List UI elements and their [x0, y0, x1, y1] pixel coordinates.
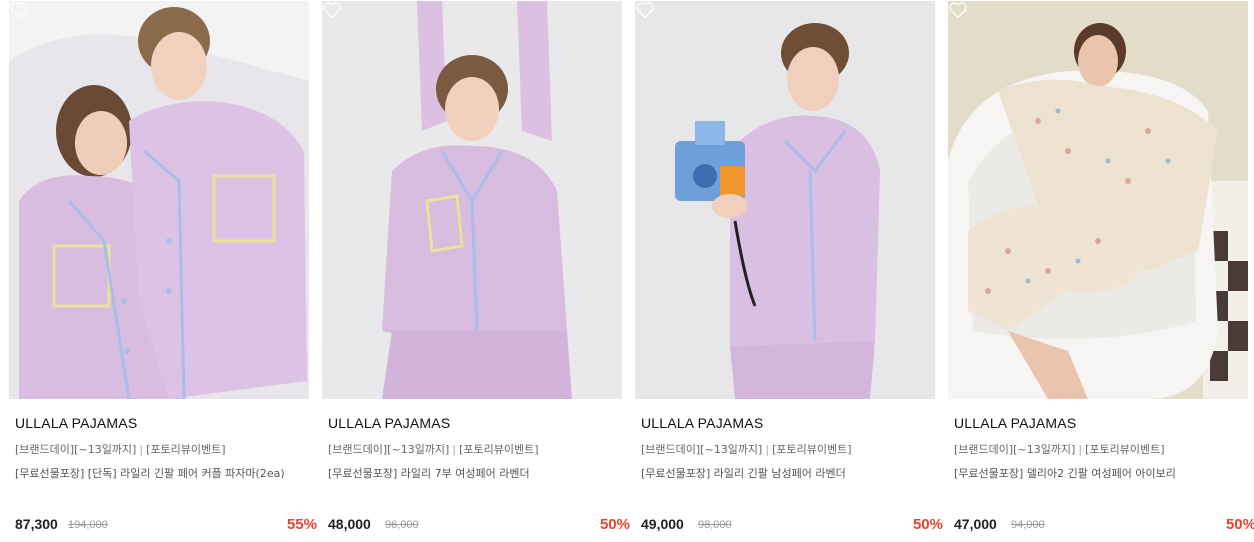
wishlist-heart-icon[interactable]	[322, 1, 342, 19]
wishlist-heart-icon[interactable]	[948, 1, 968, 19]
product-name[interactable]: [무료선물포장] 델리아2 긴팔 여성페어 아이보리	[954, 465, 1176, 481]
event-tags: [브랜드데이][~13일까지] | [포토리뷰이벤트]	[328, 441, 539, 457]
product-grid: ULLALA PAJAMAS [브랜드데이][~13일까지] | [포토리뷰이벤트]…	[0, 0, 1254, 542]
event-separator: |	[1078, 443, 1083, 456]
discount-rate: 50%	[912, 516, 943, 533]
discount-rate: 50%	[1225, 516, 1254, 533]
sale-price: 48,000	[328, 516, 371, 532]
brand-name[interactable]: ULLALA PAJAMAS	[954, 415, 1076, 431]
event-tags: [브랜드데이][~13일까지] | [포토리뷰이벤트]	[15, 441, 226, 457]
product-card[interactable]: ULLALA PAJAMAS [브랜드데이][~13일까지] | [포토리뷰이벤트]…	[948, 0, 1254, 542]
event-tags: [브랜드데이][~13일까지] | [포토리뷰이벤트]	[641, 441, 852, 457]
event-tags: [브랜드데이][~13일까지] | [포토리뷰이벤트]	[954, 441, 1165, 457]
discount-rate: 55%	[286, 516, 317, 533]
event-separator: |	[765, 443, 770, 456]
product-card[interactable]: ULLALA PAJAMAS [브랜드데이][~13일까지] | [포토리뷰이벤트]…	[9, 0, 317, 542]
product-image[interactable]	[322, 1, 622, 399]
event-tag: [브랜드데이][~13일까지]	[15, 443, 137, 456]
product-image[interactable]	[9, 1, 309, 399]
sale-price: 49,000	[641, 516, 684, 532]
event-tag: [포토리뷰이벤트]	[772, 443, 852, 456]
original-price: 96,000	[385, 519, 419, 531]
event-tag: [포토리뷰이벤트]	[459, 443, 539, 456]
price-row: 87,300 194,000 55%	[15, 516, 317, 534]
event-tag: [포토리뷰이벤트]	[146, 443, 226, 456]
event-separator: |	[139, 443, 144, 456]
product-card[interactable]: ULLALA PAJAMAS [브랜드데이][~13일까지] | [포토리뷰이벤트]…	[635, 0, 943, 542]
event-tag: [브랜드데이][~13일까지]	[954, 443, 1076, 456]
original-price: 98,000	[698, 519, 732, 531]
discount-rate: 50%	[599, 516, 630, 533]
product-name[interactable]: [무료선물포장] 라일리 7부 여성페어 라벤더	[328, 465, 530, 481]
sale-price: 47,000	[954, 516, 997, 532]
event-tag: [브랜드데이][~13일까지]	[641, 443, 763, 456]
wishlist-heart-icon[interactable]	[9, 1, 29, 19]
product-card[interactable]: ULLALA PAJAMAS [브랜드데이][~13일까지] | [포토리뷰이벤트]…	[322, 0, 630, 542]
brand-name[interactable]: ULLALA PAJAMAS	[328, 415, 450, 431]
price-row: 49,000 98,000 50%	[641, 516, 943, 534]
sale-price: 87,300	[15, 516, 58, 532]
price-row: 47,000 94,000 50%	[954, 516, 1254, 534]
product-image[interactable]	[635, 1, 935, 399]
price-row: 48,000 96,000 50%	[328, 516, 630, 534]
product-image[interactable]	[948, 1, 1248, 399]
wishlist-heart-icon[interactable]	[635, 1, 655, 19]
original-price: 94,000	[1011, 519, 1045, 531]
brand-name[interactable]: ULLALA PAJAMAS	[641, 415, 763, 431]
event-tag: [브랜드데이][~13일까지]	[328, 443, 450, 456]
original-price: 194,000	[68, 519, 108, 531]
brand-name[interactable]: ULLALA PAJAMAS	[15, 415, 137, 431]
event-tag: [포토리뷰이벤트]	[1085, 443, 1165, 456]
event-separator: |	[452, 443, 457, 456]
product-name[interactable]: [무료선물포장] 라일리 긴팔 남성페어 라벤더	[641, 465, 846, 481]
product-name[interactable]: [무료선물포장] [단독] 라일리 긴팔 페어 커플 파자마(2ea)	[15, 465, 285, 481]
